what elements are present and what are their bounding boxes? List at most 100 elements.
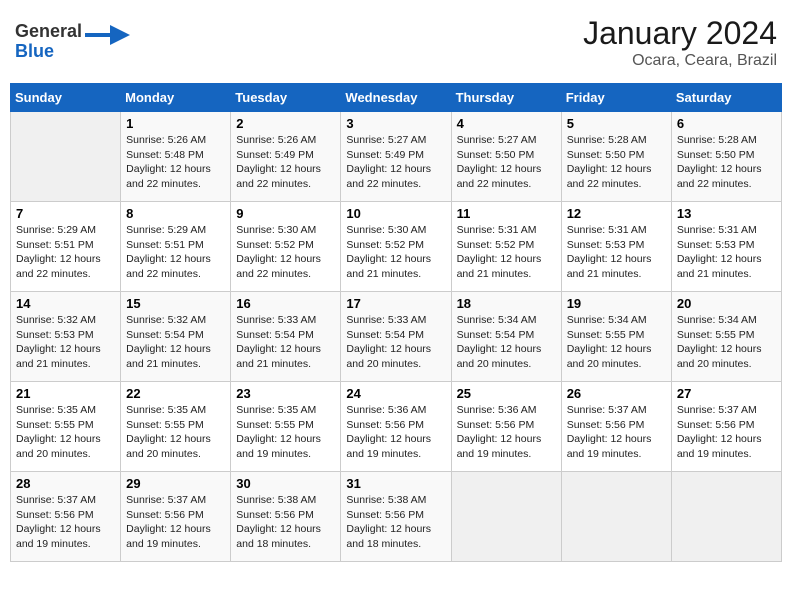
calendar-cell-w1-d4: 4 Sunrise: 5:27 AMSunset: 5:50 PMDaylight… bbox=[451, 112, 561, 202]
day-number: 19 bbox=[567, 296, 666, 311]
day-number: 27 bbox=[677, 386, 776, 401]
day-sun-info: Sunrise: 5:28 AMSunset: 5:50 PMDaylight:… bbox=[567, 133, 666, 192]
title-area: January 2024 Ocara, Ceara, Brazil bbox=[583, 15, 777, 70]
day-sun-info: Sunrise: 5:34 AMSunset: 5:55 PMDaylight:… bbox=[567, 313, 666, 372]
day-number: 30 bbox=[236, 476, 335, 491]
calendar-cell-w3-d4: 18Sunrise: 5:34 AMSunset: 5:54 PMDayligh… bbox=[451, 292, 561, 382]
calendar-cell-w3-d3: 17 Sunrise: 5:33 AMSunset: 5:54 PMDayligh… bbox=[341, 292, 451, 382]
header-wednesday: Wednesday bbox=[341, 84, 451, 112]
calendar-cell-w4-d0: 21Sunrise: 5:35 AMSunset: 5:55 PMDayligh… bbox=[11, 382, 121, 472]
calendar-table: Sunday Monday Tuesday Wednesday Thursday… bbox=[10, 83, 782, 562]
day-number: 23 bbox=[236, 386, 335, 401]
day-sun-info: Sunrise: 5:29 AMSunset: 5:51 PMDaylight:… bbox=[16, 223, 115, 282]
calendar-cell-w5-d6 bbox=[671, 472, 781, 562]
day-sun-info: Sunrise: 5:26 AMSunset: 5:48 PMDaylight:… bbox=[126, 133, 225, 192]
day-sun-info: Sunrise: 5:29 AMSunset: 5:51 PMDaylight:… bbox=[126, 223, 225, 282]
day-number: 4 bbox=[457, 116, 556, 131]
day-number: 12 bbox=[567, 206, 666, 221]
day-sun-info: Sunrise: 5:38 AMSunset: 5:56 PMDaylight:… bbox=[236, 493, 335, 552]
location-subtitle: Ocara, Ceara, Brazil bbox=[583, 52, 777, 70]
calendar-cell-w5-d0: 28 Sunrise: 5:37 AMSunset: 5:56 PMDayligh… bbox=[11, 472, 121, 562]
calendar-cell-w2-d3: 10 Sunrise: 5:30 AMSunset: 5:52 PMDayligh… bbox=[341, 202, 451, 292]
day-number: 24 bbox=[346, 386, 445, 401]
day-sun-info: Sunrise: 5:30 AMSunset: 5:52 PMDaylight:… bbox=[236, 223, 335, 282]
day-number: 10 bbox=[346, 206, 445, 221]
calendar-week-2: 7 Sunrise: 5:29 AMSunset: 5:51 PMDaylight… bbox=[11, 202, 782, 292]
day-number: 14 bbox=[16, 296, 115, 311]
calendar-cell-w1-d3: 3Sunrise: 5:27 AMSunset: 5:49 PMDaylight… bbox=[341, 112, 451, 202]
day-sun-info: Sunrise: 5:27 AMSunset: 5:50 PMDaylight:… bbox=[457, 133, 556, 192]
calendar-cell-w2-d2: 9 Sunrise: 5:30 AMSunset: 5:52 PMDaylight… bbox=[231, 202, 341, 292]
header-thursday: Thursday bbox=[451, 84, 561, 112]
calendar-cell-w3-d0: 14 Sunrise: 5:32 AMSunset: 5:53 PMDayligh… bbox=[11, 292, 121, 382]
day-sun-info: Sunrise: 5:36 AMSunset: 5:56 PMDaylight:… bbox=[346, 403, 445, 462]
calendar-cell-w3-d6: 20 Sunrise: 5:34 AMSunset: 5:55 PMDayligh… bbox=[671, 292, 781, 382]
calendar-cell-w4-d4: 25Sunrise: 5:36 AMSunset: 5:56 PMDayligh… bbox=[451, 382, 561, 472]
day-number: 13 bbox=[677, 206, 776, 221]
calendar-cell-w3-d2: 16Sunrise: 5:33 AMSunset: 5:54 PMDayligh… bbox=[231, 292, 341, 382]
day-number: 28 bbox=[16, 476, 115, 491]
day-sun-info: Sunrise: 5:35 AMSunset: 5:55 PMDaylight:… bbox=[126, 403, 225, 462]
day-sun-info: Sunrise: 5:30 AMSunset: 5:52 PMDaylight:… bbox=[346, 223, 445, 282]
calendar-header-row: Sunday Monday Tuesday Wednesday Thursday… bbox=[11, 84, 782, 112]
day-number: 20 bbox=[677, 296, 776, 311]
calendar-cell-w4-d1: 22 Sunrise: 5:35 AMSunset: 5:55 PMDayligh… bbox=[121, 382, 231, 472]
calendar-cell-w1-d1: 1 Sunrise: 5:26 AMSunset: 5:48 PMDaylight… bbox=[121, 112, 231, 202]
day-number: 11 bbox=[457, 206, 556, 221]
logo-svg: General Blue bbox=[15, 15, 135, 65]
day-sun-info: Sunrise: 5:35 AMSunset: 5:55 PMDaylight:… bbox=[16, 403, 115, 462]
day-sun-info: Sunrise: 5:35 AMSunset: 5:55 PMDaylight:… bbox=[236, 403, 335, 462]
calendar-cell-w2-d1: 8 Sunrise: 5:29 AMSunset: 5:51 PMDaylight… bbox=[121, 202, 231, 292]
day-number: 25 bbox=[457, 386, 556, 401]
day-number: 26 bbox=[567, 386, 666, 401]
day-number: 5 bbox=[567, 116, 666, 131]
day-number: 22 bbox=[126, 386, 225, 401]
calendar-cell-w5-d2: 30 Sunrise: 5:38 AMSunset: 5:56 PMDayligh… bbox=[231, 472, 341, 562]
calendar-week-3: 14 Sunrise: 5:32 AMSunset: 5:53 PMDayligh… bbox=[11, 292, 782, 382]
header-friday: Friday bbox=[561, 84, 671, 112]
day-number: 9 bbox=[236, 206, 335, 221]
day-number: 2 bbox=[236, 116, 335, 131]
day-number: 8 bbox=[126, 206, 225, 221]
day-number: 6 bbox=[677, 116, 776, 131]
day-number: 15 bbox=[126, 296, 225, 311]
month-year-title: January 2024 bbox=[583, 15, 777, 52]
day-number: 7 bbox=[16, 206, 115, 221]
day-number: 31 bbox=[346, 476, 445, 491]
day-sun-info: Sunrise: 5:31 AMSunset: 5:53 PMDaylight:… bbox=[677, 223, 776, 282]
calendar-cell-w4-d5: 26 Sunrise: 5:37 AMSunset: 5:56 PMDayligh… bbox=[561, 382, 671, 472]
day-sun-info: Sunrise: 5:34 AMSunset: 5:54 PMDaylight:… bbox=[457, 313, 556, 372]
calendar-cell-w1-d2: 2 Sunrise: 5:26 AMSunset: 5:49 PMDaylight… bbox=[231, 112, 341, 202]
header-monday: Monday bbox=[121, 84, 231, 112]
page-header: General Blue January 2024 Ocara, Ceara, … bbox=[10, 10, 782, 75]
day-sun-info: Sunrise: 5:34 AMSunset: 5:55 PMDaylight:… bbox=[677, 313, 776, 372]
day-number: 1 bbox=[126, 116, 225, 131]
day-number: 17 bbox=[346, 296, 445, 311]
day-sun-info: Sunrise: 5:38 AMSunset: 5:56 PMDaylight:… bbox=[346, 493, 445, 552]
day-sun-info: Sunrise: 5:33 AMSunset: 5:54 PMDaylight:… bbox=[346, 313, 445, 372]
day-number: 16 bbox=[236, 296, 335, 311]
day-sun-info: Sunrise: 5:31 AMSunset: 5:52 PMDaylight:… bbox=[457, 223, 556, 282]
day-sun-info: Sunrise: 5:32 AMSunset: 5:53 PMDaylight:… bbox=[16, 313, 115, 372]
calendar-cell-w5-d5 bbox=[561, 472, 671, 562]
calendar-cell-w2-d5: 12 Sunrise: 5:31 AMSunset: 5:53 PMDayligh… bbox=[561, 202, 671, 292]
day-sun-info: Sunrise: 5:37 AMSunset: 5:56 PMDaylight:… bbox=[16, 493, 115, 552]
day-sun-info: Sunrise: 5:37 AMSunset: 5:56 PMDaylight:… bbox=[126, 493, 225, 552]
calendar-cell-w4-d6: 27 Sunrise: 5:37 AMSunset: 5:56 PMDayligh… bbox=[671, 382, 781, 472]
day-sun-info: Sunrise: 5:31 AMSunset: 5:53 PMDaylight:… bbox=[567, 223, 666, 282]
day-number: 29 bbox=[126, 476, 225, 491]
svg-text:General: General bbox=[15, 21, 82, 41]
day-sun-info: Sunrise: 5:37 AMSunset: 5:56 PMDaylight:… bbox=[567, 403, 666, 462]
calendar-week-4: 21Sunrise: 5:35 AMSunset: 5:55 PMDayligh… bbox=[11, 382, 782, 472]
calendar-cell-w3-d1: 15Sunrise: 5:32 AMSunset: 5:54 PMDayligh… bbox=[121, 292, 231, 382]
calendar-cell-w5-d4 bbox=[451, 472, 561, 562]
day-sun-info: Sunrise: 5:37 AMSunset: 5:56 PMDaylight:… bbox=[677, 403, 776, 462]
day-sun-info: Sunrise: 5:26 AMSunset: 5:49 PMDaylight:… bbox=[236, 133, 335, 192]
calendar-cell-w2-d6: 13 Sunrise: 5:31 AMSunset: 5:53 PMDayligh… bbox=[671, 202, 781, 292]
calendar-cell-w2-d4: 11 Sunrise: 5:31 AMSunset: 5:52 PMDayligh… bbox=[451, 202, 561, 292]
calendar-cell-w5-d3: 31 Sunrise: 5:38 AMSunset: 5:56 PMDayligh… bbox=[341, 472, 451, 562]
header-sunday: Sunday bbox=[11, 84, 121, 112]
svg-text:Blue: Blue bbox=[15, 41, 54, 61]
calendar-cell-w3-d5: 19 Sunrise: 5:34 AMSunset: 5:55 PMDayligh… bbox=[561, 292, 671, 382]
calendar-cell-w1-d0 bbox=[11, 112, 121, 202]
